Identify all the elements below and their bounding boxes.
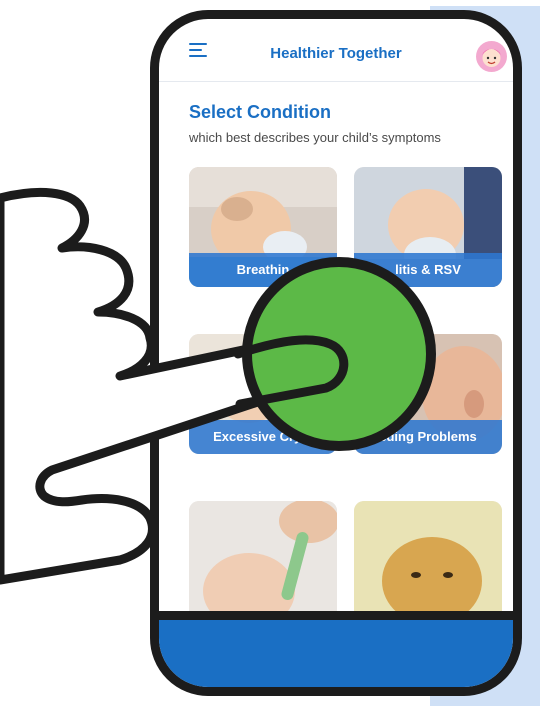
condition-label: litis & RSV bbox=[354, 253, 502, 287]
condition-card-bronchiolitis[interactable]: litis & RSV bbox=[354, 167, 502, 287]
condition-label: Excessive Cryin bbox=[189, 420, 337, 454]
avatar[interactable] bbox=[476, 41, 507, 72]
condition-card-excessive-crying[interactable]: Excessive Cryin bbox=[189, 334, 337, 454]
page-title: Select Condition bbox=[189, 102, 332, 122]
app-title: Healthier Together bbox=[270, 45, 402, 62]
condition-card-feeding[interactable]: eding Problems bbox=[354, 334, 502, 454]
phone-frame: Healthier Together Select Condition whic… bbox=[150, 10, 522, 696]
cartoon-face-avatar-icon bbox=[482, 49, 501, 67]
condition-label: eding Problems bbox=[354, 420, 502, 454]
top-app-bar: Healthier Together bbox=[159, 19, 513, 82]
bottom-bar bbox=[159, 611, 513, 687]
condition-card-breathing[interactable]: Breathin bbox=[189, 167, 337, 287]
page-subtitle: which best describes your child’s sympto… bbox=[189, 130, 441, 145]
condition-label: Breathin bbox=[189, 253, 337, 287]
